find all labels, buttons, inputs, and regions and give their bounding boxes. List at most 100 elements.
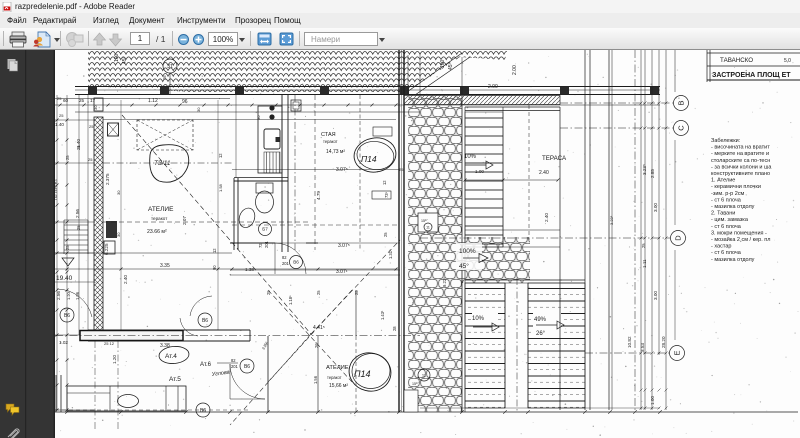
svg-text:1.31⁵: 1.31⁵: [388, 249, 393, 259]
svg-text:14,73 м²: 14,73 м²: [326, 149, 345, 155]
svg-text:9.22⁵: 9.22⁵: [442, 277, 447, 287]
svg-text:Ат.6: Ат.6: [200, 362, 212, 368]
svg-text:2.375: 2.375: [105, 173, 110, 185]
svg-text:12: 12: [212, 248, 217, 253]
svg-text:- хастар: - хастар: [711, 244, 731, 250]
svg-text:26°: 26°: [536, 331, 546, 337]
svg-text:31: 31: [167, 64, 173, 70]
svg-text:25: 25: [76, 145, 81, 150]
svg-text:1.38: 1.38: [245, 267, 254, 272]
svg-text:201: 201: [282, 261, 290, 266]
svg-text:- височината на вратит: - височината на вратит: [711, 145, 770, 151]
svg-text:АТЕЛИЕ: АТЕЛИЕ: [326, 365, 349, 371]
svg-text:- ст 6 плоча: - ст 6 плоча: [711, 224, 742, 230]
svg-text:10%: 10%: [472, 316, 485, 322]
svg-text:С: С: [677, 125, 686, 131]
svg-text:1. Ателие: 1. Ателие: [711, 178, 735, 184]
svg-text:25: 25: [89, 124, 94, 129]
svg-text:100: 100: [114, 53, 120, 62]
svg-text:1.00: 1.00: [650, 396, 655, 405]
svg-text:теракот: теракот: [151, 216, 168, 221]
svg-text:1.06: 1.06: [75, 291, 80, 300]
svg-text:45°: 45°: [122, 56, 128, 64]
svg-text:ТЕРАСА: ТЕРАСА: [542, 155, 567, 162]
svg-text:3.00: 3.00: [653, 291, 658, 300]
svg-text:Забележки:: Забележки:: [711, 138, 741, 144]
svg-text:3.23⁵: 3.23⁵: [609, 215, 614, 225]
svg-text:25: 25: [65, 155, 70, 160]
svg-text:25: 25: [266, 290, 271, 295]
svg-text:столарските са по-тесн: столарските са по-тесн: [711, 158, 770, 164]
svg-text:1.20: 1.20: [66, 291, 71, 300]
svg-text:3.23⁵: 3.23⁵: [642, 164, 647, 175]
svg-text:25 12: 25 12: [104, 341, 115, 346]
svg-text:25: 25: [641, 243, 646, 248]
svg-text:23.66 м²: 23.66 м²: [147, 229, 167, 235]
svg-text:4.41⁵: 4.41⁵: [313, 325, 325, 331]
svg-text:- цим. замазка: - цим. замазка: [711, 217, 749, 223]
svg-text:2.07: 2.07: [182, 216, 187, 225]
svg-text:- за всички колони и ша: - за всички колони и ша: [711, 164, 772, 170]
svg-text:201: 201: [264, 240, 269, 248]
svg-text:ТАВАНСКО: ТАВАНСКО: [720, 57, 753, 64]
svg-text:25: 25: [59, 113, 64, 118]
svg-text:82: 82: [231, 358, 236, 363]
svg-text:3.35: 3.35: [160, 263, 170, 269]
svg-text:Ат.4: Ат.4: [165, 353, 177, 360]
svg-text:- керамични плочки: - керамични плочки: [711, 184, 761, 190]
svg-text:15¹⁷: 15¹⁷: [421, 219, 428, 223]
svg-text:D: D: [674, 235, 683, 241]
svg-text:П14: П14: [354, 369, 371, 379]
svg-text:В6: В6: [293, 260, 299, 265]
svg-text:- мозайка 2 см / кер. пл: - мозайка 2 см / кер. пл: [711, 236, 770, 243]
svg-text:2.85: 2.85: [650, 169, 655, 178]
svg-text:В6: В6: [202, 318, 208, 324]
svg-text:- мерките на вратите и: - мерките на вратите и: [711, 151, 769, 157]
svg-text:-зим. р-р 2см: -зим. р-р 2см: [711, 191, 745, 197]
svg-text:82: 82: [282, 255, 287, 260]
svg-text:ПО ТЕРЕНЗ: ПО ТЕРЕНЗ: [54, 179, 58, 200]
svg-text:28.20: 28.20: [661, 336, 666, 348]
svg-text:60: 60: [63, 98, 69, 103]
svg-text:2.56: 2.56: [75, 209, 80, 218]
svg-text:1.43¹: 1.43¹: [380, 310, 385, 320]
svg-text:25: 25: [88, 157, 93, 162]
svg-text:1.11: 1.11: [642, 259, 647, 268]
svg-text:25: 25: [383, 232, 388, 237]
svg-text:26¹: 26¹: [314, 341, 319, 348]
svg-text:10.82: 10.82: [627, 336, 632, 348]
svg-text:1.40: 1.40: [55, 122, 64, 127]
svg-text:12: 12: [218, 153, 223, 158]
svg-text:В6: В6: [244, 364, 250, 370]
svg-text:201: 201: [231, 364, 239, 369]
svg-text:2.40: 2.40: [123, 275, 128, 284]
svg-text:3. мокри помещения -: 3. мокри помещения -: [711, 230, 767, 236]
svg-text:19.40: 19.40: [56, 275, 73, 282]
svg-text:28: 28: [392, 326, 397, 331]
svg-text:2.40: 2.40: [539, 170, 549, 176]
svg-text:17: 17: [90, 98, 96, 103]
svg-text:25: 25: [354, 290, 359, 295]
svg-text:3.38: 3.38: [160, 343, 170, 349]
svg-text:30: 30: [116, 232, 121, 237]
svg-text:73⁵: 73⁵: [384, 191, 389, 198]
svg-text:теракот: теракот: [323, 139, 338, 144]
svg-text:72: 72: [258, 243, 263, 248]
svg-text:Е: Е: [673, 350, 682, 355]
svg-text:теракот: теракот: [327, 375, 342, 380]
svg-text:- мазилка отдолу: - мазилка отдолу: [711, 204, 755, 210]
svg-text:1.00: 1.00: [475, 169, 484, 174]
svg-text:3.53: 3.53: [640, 343, 645, 352]
svg-text:ЗАСТРОЕНА ПЛОЩ ЕТ: ЗАСТРОЕНА ПЛОЩ ЕТ: [712, 72, 791, 79]
svg-text:1.12: 1.12: [148, 98, 158, 104]
svg-text:конструктивните плано: конструктивните плано: [711, 171, 770, 177]
svg-text:30: 30: [196, 107, 201, 112]
svg-text:2.40: 2.40: [544, 213, 549, 222]
svg-text:1.18⁵: 1.18⁵: [288, 295, 293, 305]
svg-text:15¹⁷: 15¹⁷: [412, 382, 419, 386]
svg-text:16: 16: [162, 75, 167, 80]
svg-text:- ст 6 плоча: - ст 6 плоча: [711, 250, 742, 256]
svg-text:4.79: 4.79: [316, 191, 321, 200]
svg-text:В: В: [677, 100, 686, 105]
svg-text:- ст 6 плоча: - ст 6 плоча: [711, 197, 742, 203]
